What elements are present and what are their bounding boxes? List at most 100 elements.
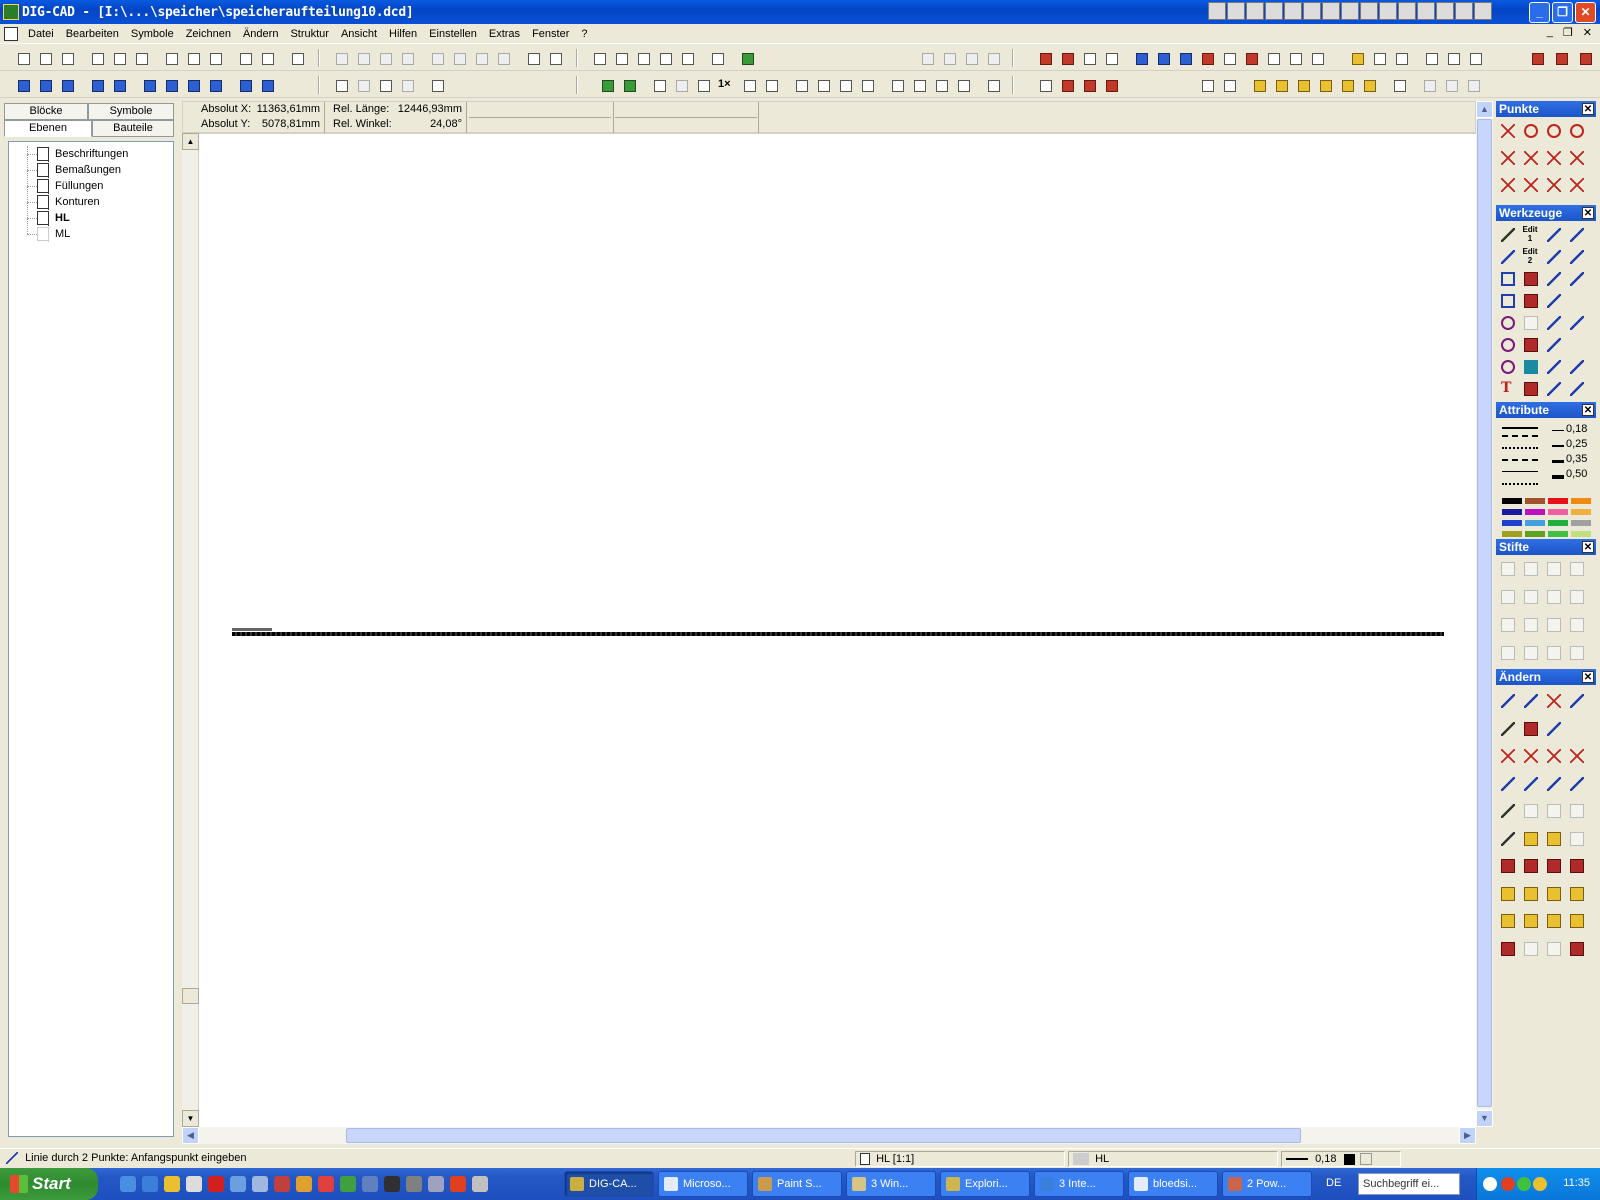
move-back-icon[interactable] (110, 76, 128, 94)
drawn-line[interactable] (232, 632, 1444, 636)
modify-tool-icon[interactable] (1521, 691, 1541, 711)
zoom-previous-icon[interactable] (762, 76, 780, 94)
hatch-copy-icon[interactable] (962, 49, 980, 67)
ruler-scroll-thumb[interactable] (182, 988, 199, 1004)
layer-item[interactable]: Bemaßungen (37, 162, 121, 178)
menu-ansicht[interactable]: Ansicht (335, 28, 383, 40)
snap-3-icon[interactable] (1464, 76, 1482, 94)
modify-tool-icon[interactable] (1521, 884, 1541, 904)
task-button[interactable]: Explori... (940, 1171, 1030, 1197)
zoom-icon[interactable] (740, 76, 758, 94)
minimize-button[interactable]: _ (1529, 2, 1550, 23)
color-swatch[interactable] (1502, 531, 1522, 537)
save-icon[interactable] (88, 49, 106, 67)
modify-tool-icon[interactable] (1567, 884, 1587, 904)
quicklaunch-icon-11[interactable] (340, 1176, 356, 1192)
point-arc-icon[interactable] (1567, 121, 1587, 141)
scroll-left-icon[interactable]: ◀ (182, 1127, 199, 1144)
menu-help[interactable]: ? (575, 28, 593, 40)
circle-icon[interactable] (1498, 313, 1518, 333)
quick-icon-7[interactable] (1322, 2, 1340, 20)
undo-icon[interactable] (428, 49, 446, 67)
status-line-weight[interactable]: 0,18 (1281, 1151, 1401, 1167)
help-icon[interactable] (1552, 49, 1570, 67)
pen-3-icon[interactable] (1544, 559, 1564, 579)
digcad-quicklaunch-icon[interactable] (164, 1176, 180, 1192)
cross-icon[interactable] (1567, 269, 1587, 289)
block-3-icon[interactable] (1294, 76, 1312, 94)
palette-close-icon[interactable]: ✕ (1582, 541, 1594, 553)
modify-tool-icon[interactable] (1498, 746, 1518, 766)
clock[interactable]: 11:35 (1563, 1177, 1590, 1189)
color-swatch[interactable] (1548, 531, 1568, 537)
modify-tool-icon[interactable] (1498, 939, 1518, 959)
status-pen-layer[interactable]: HL (1068, 1151, 1278, 1167)
redraw-icon[interactable] (984, 76, 1002, 94)
modify-tool-icon[interactable] (1567, 911, 1587, 931)
roof-tool-icon[interactable] (1286, 49, 1304, 67)
tray-icon-2[interactable] (1517, 1177, 1531, 1191)
modify-tool-icon[interactable] (1544, 856, 1564, 876)
snap-2-icon[interactable] (1442, 76, 1460, 94)
pen-2-icon[interactable] (1521, 559, 1541, 579)
quicklaunch-icon-16[interactable] (450, 1176, 466, 1192)
menu-bearbeiten[interactable]: Bearbeiten (60, 28, 125, 40)
ortho-icon[interactable] (612, 49, 630, 67)
task-button[interactable]: DIG-CA... (564, 1171, 654, 1197)
weight-sample-2[interactable] (1552, 445, 1564, 447)
horizontal-scrollbar[interactable]: ◀ ▶ (182, 1127, 1476, 1144)
task-button[interactable]: Paint S... (752, 1171, 842, 1197)
color-swatch[interactable] (1571, 509, 1591, 515)
layer-tree[interactable]: Beschriftungen Bemaßungen Füllungen Kont… (8, 141, 174, 1137)
powerpoint-icon[interactable] (1417, 2, 1435, 20)
select-all-icon[interactable] (376, 76, 394, 94)
modify-tool-icon[interactable] (1544, 719, 1564, 739)
menu-hilfen[interactable]: Hilfen (383, 28, 423, 40)
open-folder-icon[interactable] (58, 49, 76, 67)
pen-icon[interactable] (598, 76, 616, 94)
tab-symbole[interactable]: Symbole (88, 103, 174, 120)
task-button[interactable]: bloedsi... (1128, 1171, 1218, 1197)
maximize-button[interactable]: ❐ (1552, 2, 1573, 23)
color-swatch[interactable] (1525, 498, 1545, 504)
layer-copy-icon[interactable] (258, 76, 276, 94)
print-preview-icon[interactable] (258, 49, 276, 67)
layer-move-icon[interactable] (236, 76, 254, 94)
text-edit-icon[interactable] (1521, 379, 1541, 399)
mail-send-icon[interactable] (206, 49, 224, 67)
grid-icon[interactable] (634, 49, 652, 67)
paint-quicklaunch-icon[interactable] (296, 1176, 312, 1192)
save-as-icon[interactable] (110, 49, 128, 67)
zoom-1x-button[interactable]: 1× (718, 78, 731, 90)
pen-5-icon[interactable] (1498, 587, 1518, 607)
settings-icon[interactable] (1348, 49, 1366, 67)
modify-tool-icon[interactable] (1498, 801, 1518, 821)
wizard-icon[interactable] (738, 49, 756, 67)
color-swatch[interactable] (1571, 531, 1591, 537)
zoom-extents-icon[interactable] (858, 76, 876, 94)
zoom-window-icon[interactable] (650, 76, 668, 94)
quicklaunch-icon-12[interactable] (362, 1176, 378, 1192)
show-desktop-icon[interactable] (120, 1176, 136, 1192)
modify-tool-icon[interactable] (1567, 691, 1587, 711)
weight-sample-1[interactable] (1552, 430, 1564, 431)
drawn-line-start[interactable] (232, 628, 272, 631)
layer-item[interactable]: Beschriftungen (37, 146, 128, 162)
ruler-scrollbar[interactable]: ▲ ▼ (182, 133, 199, 1127)
hatch-delete-icon[interactable] (984, 49, 1002, 67)
window-cascade-icon[interactable] (1422, 49, 1440, 67)
palette-stifte-header[interactable]: Stifte ✕ (1496, 539, 1596, 555)
quicklaunch-icon-15[interactable] (428, 1176, 444, 1192)
page-setup-icon[interactable] (1220, 76, 1238, 94)
word-icon[interactable] (1379, 2, 1397, 20)
quick-icon-15[interactable] (1474, 2, 1492, 20)
layer-list-icon[interactable] (206, 76, 224, 94)
modify-tool-icon[interactable] (1567, 829, 1587, 849)
scroll-down-icon[interactable]: ▼ (1476, 1110, 1493, 1127)
new-icon[interactable] (14, 49, 32, 67)
3d-cube-icon[interactable] (1058, 49, 1076, 67)
point-endpoint-icon[interactable] (1521, 148, 1541, 168)
pan-icon[interactable] (694, 76, 712, 94)
line-style-dotted[interactable] (1502, 447, 1538, 449)
weight-sample-4[interactable] (1552, 475, 1564, 479)
